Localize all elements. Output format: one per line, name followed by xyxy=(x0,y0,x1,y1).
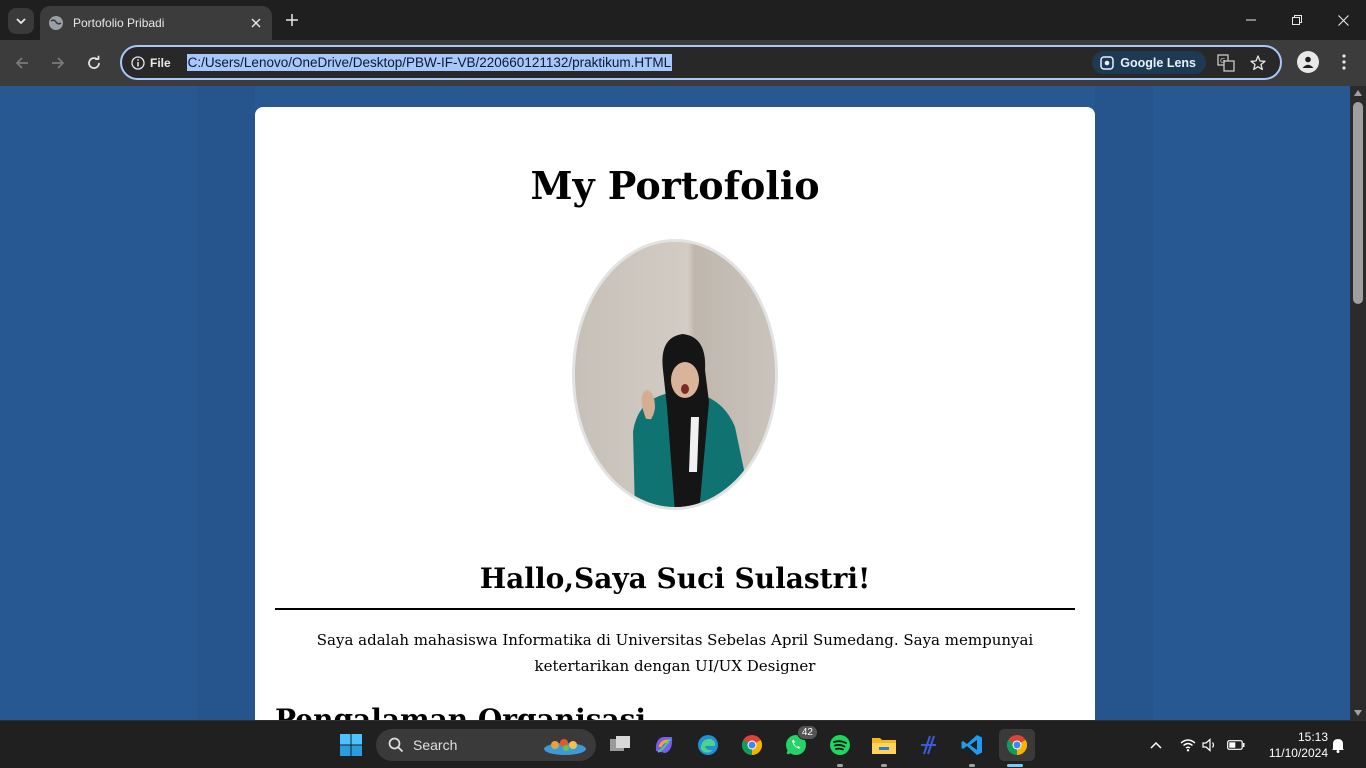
edge-button[interactable] xyxy=(692,729,724,761)
arrow-right-icon xyxy=(52,57,65,69)
person-icon xyxy=(1302,56,1314,68)
clock-date: 11/10/2024 xyxy=(1268,746,1328,760)
site-info-label: File xyxy=(150,55,171,70)
show-hidden-icons-button[interactable] xyxy=(1146,735,1166,755)
chrome-icon xyxy=(1006,735,1028,756)
active-window-indicator xyxy=(1007,764,1023,767)
browser-toolbar: File C:/Users/Lenovo/OneDrive/Desktop/PB… xyxy=(0,40,1366,86)
battery-status[interactable] xyxy=(1226,735,1246,755)
translate-icon: G xyxy=(1217,54,1235,72)
minimize-button[interactable] xyxy=(1228,0,1274,40)
reload-button[interactable] xyxy=(83,52,105,74)
spotify-icon xyxy=(830,735,850,755)
scroll-up-arrow-icon[interactable] xyxy=(1354,90,1362,96)
google-lens-button[interactable]: Google Lens xyxy=(1092,51,1206,74)
profile-button[interactable] xyxy=(1297,51,1319,73)
close-window-button[interactable] xyxy=(1320,0,1366,40)
speaker-icon xyxy=(1202,738,1215,752)
notes-app-button[interactable] xyxy=(912,729,944,761)
battery-icon xyxy=(1227,740,1245,750)
plus-icon xyxy=(286,14,298,26)
info-icon xyxy=(131,55,145,70)
tab-close-icon[interactable] xyxy=(248,15,264,31)
running-indicator xyxy=(837,764,843,767)
edge-icon xyxy=(698,735,718,755)
reload-icon xyxy=(88,55,100,69)
chrome-active-button[interactable] xyxy=(999,729,1035,767)
spotify-button[interactable] xyxy=(824,729,856,767)
file-explorer-button[interactable] xyxy=(868,729,900,767)
back-button[interactable] xyxy=(11,52,33,74)
scrollbar-thumb[interactable] xyxy=(1353,102,1363,304)
running-indicator xyxy=(969,764,975,767)
google-lens-icon xyxy=(1100,55,1115,70)
copilot-button[interactable] xyxy=(648,729,680,761)
start-button[interactable] xyxy=(335,729,367,761)
folder-icon xyxy=(872,738,896,754)
running-indicator xyxy=(881,764,887,767)
chrome-button[interactable] xyxy=(736,729,768,761)
search-highlight-icon xyxy=(544,739,586,755)
forward-button[interactable] xyxy=(47,52,69,74)
bookmark-button[interactable] xyxy=(1248,53,1268,73)
notifications-button[interactable] xyxy=(1328,735,1348,755)
task-view-button[interactable] xyxy=(604,729,636,761)
vscode-icon xyxy=(961,735,982,755)
profile-photo xyxy=(572,239,778,510)
restore-button[interactable] xyxy=(1274,0,1320,40)
globe-icon xyxy=(48,15,64,31)
windows-taskbar: Search 42 15:13 11/10/2024 xyxy=(0,720,1366,768)
wifi-status[interactable] xyxy=(1178,735,1198,755)
copilot-icon xyxy=(655,737,673,753)
tab-search-button[interactable] xyxy=(8,8,34,34)
wifi-icon xyxy=(1180,739,1196,752)
chevron-down-icon xyxy=(16,18,26,25)
divider-line xyxy=(275,608,1075,610)
whatsapp-unread-badge: 42 xyxy=(796,725,818,740)
system-clock[interactable]: 15:13 11/10/2024 xyxy=(1256,729,1328,761)
vscode-button[interactable] xyxy=(956,729,988,767)
page-side-shade-left xyxy=(197,86,255,720)
clock-time: 15:13 xyxy=(1297,730,1328,744)
scroll-down-arrow-icon[interactable] xyxy=(1354,710,1362,716)
task-view-icon xyxy=(610,736,630,751)
site-info-button[interactable]: File xyxy=(131,56,171,70)
page-side-shade-right xyxy=(1095,86,1153,720)
chevron-up-icon xyxy=(1150,741,1162,749)
experience-section-title: Pengalaman Organisasi xyxy=(275,703,647,720)
page-scrollbar[interactable] xyxy=(1350,86,1366,720)
bio-paragraph: Saya adalah mahasiswa Informatika di Uni… xyxy=(316,631,1034,675)
volume-status[interactable] xyxy=(1200,735,1220,755)
browser-menu-button[interactable] xyxy=(1334,51,1354,73)
translate-button[interactable]: G xyxy=(1216,53,1236,73)
svg-text:G: G xyxy=(1220,57,1225,65)
windows-logo-icon xyxy=(340,734,362,756)
minimize-icon xyxy=(1246,19,1256,21)
bell-icon xyxy=(1332,739,1344,753)
page-title: My Portofolio xyxy=(530,163,820,208)
window-controls xyxy=(1228,0,1366,40)
url-text[interactable]: C:/Users/Lenovo/OneDrive/Desktop/PBW-IF-… xyxy=(186,54,673,71)
portfolio-card: My Portofolio Hallo,Saya Suci Sulastri! … xyxy=(255,107,1095,720)
google-lens-label: Google Lens xyxy=(1120,55,1196,70)
pen-lines-icon xyxy=(921,735,936,755)
taskbar-search-label: Search xyxy=(413,737,458,753)
browser-tab[interactable]: Portofolio Pribadi xyxy=(40,6,272,40)
tab-title: Portofolio Pribadi xyxy=(73,16,165,30)
close-icon xyxy=(1337,14,1349,26)
taskbar-search-box[interactable]: Search xyxy=(376,729,596,761)
star-icon xyxy=(1250,55,1266,71)
search-icon xyxy=(388,737,404,753)
whatsapp-button[interactable]: 42 xyxy=(780,725,818,761)
tab-strip: Portofolio Pribadi xyxy=(0,0,1366,40)
arrow-left-icon xyxy=(15,57,28,69)
page-viewport: My Portofolio Hallo,Saya Suci Sulastri! … xyxy=(0,86,1350,720)
kebab-menu-icon xyxy=(1342,54,1346,70)
greeting-heading: Hallo,Saya Suci Sulastri! xyxy=(479,562,871,595)
restore-icon xyxy=(1292,15,1302,25)
address-bar[interactable]: File C:/Users/Lenovo/OneDrive/Desktop/PB… xyxy=(120,45,1282,80)
new-tab-button[interactable] xyxy=(282,10,302,30)
chrome-icon xyxy=(741,735,763,756)
